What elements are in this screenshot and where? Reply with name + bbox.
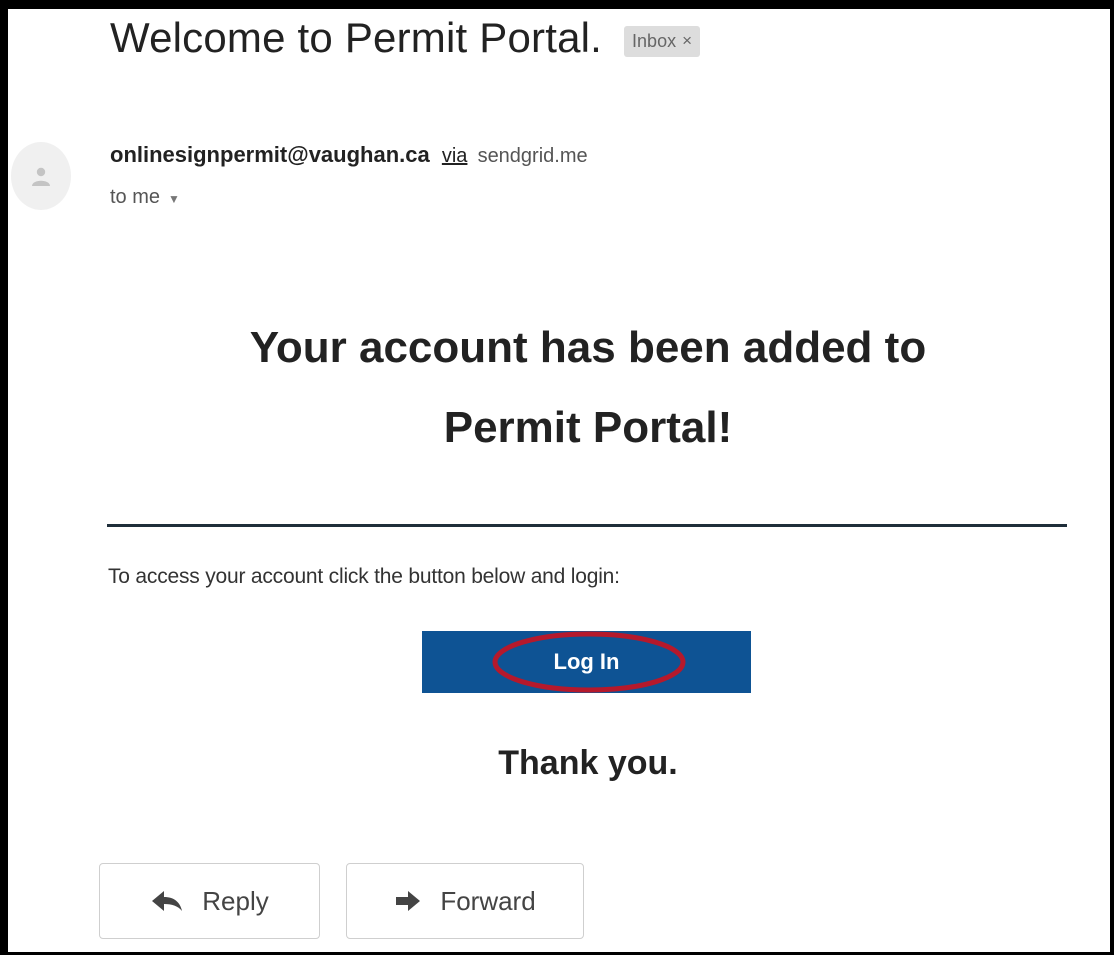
reply-label: Reply: [202, 885, 269, 916]
sender-email: onlinesignpermit@vaughan.ca: [110, 142, 430, 167]
via-link[interactable]: via: [442, 145, 468, 167]
inbox-label-chip[interactable]: Inbox ×: [624, 25, 701, 57]
recipient-details-toggle[interactable]: to me ▼: [110, 186, 180, 209]
caret-down-icon[interactable]: ▼: [168, 192, 180, 206]
thank-you-text: Thank you.: [498, 744, 678, 782]
sender-line: onlinesignpermit@vaughan.ca via sendgrid…: [110, 142, 588, 168]
forward-arrow-icon: [394, 890, 422, 912]
login-button-label: Log In: [553, 649, 620, 674]
remove-label-icon[interactable]: ×: [682, 31, 692, 51]
person-icon: [32, 167, 50, 186]
reply-button[interactable]: Reply: [99, 863, 320, 939]
via-domain: sendgrid.me: [477, 145, 588, 167]
headline: Your account has been added to Permit Po…: [110, 308, 1066, 468]
forward-button[interactable]: Forward: [346, 863, 584, 939]
reply-arrow-icon: [150, 889, 184, 913]
email-subject: Welcome to Permit Portal.: [110, 14, 603, 61]
forward-label: Forward: [440, 885, 536, 916]
headline-line-2: Permit Portal!: [443, 403, 733, 452]
subject-row: Welcome to Permit Portal. Inbox ×: [110, 14, 701, 62]
recipient-text: to me: [110, 186, 161, 208]
avatar: [11, 142, 71, 210]
login-instructions: To access your account click the button …: [108, 565, 620, 588]
divider: [107, 524, 1067, 527]
headline-line-1: Your account has been added to: [249, 323, 927, 372]
inbox-label-text: Inbox: [632, 30, 677, 51]
login-button[interactable]: Log In: [422, 631, 751, 693]
